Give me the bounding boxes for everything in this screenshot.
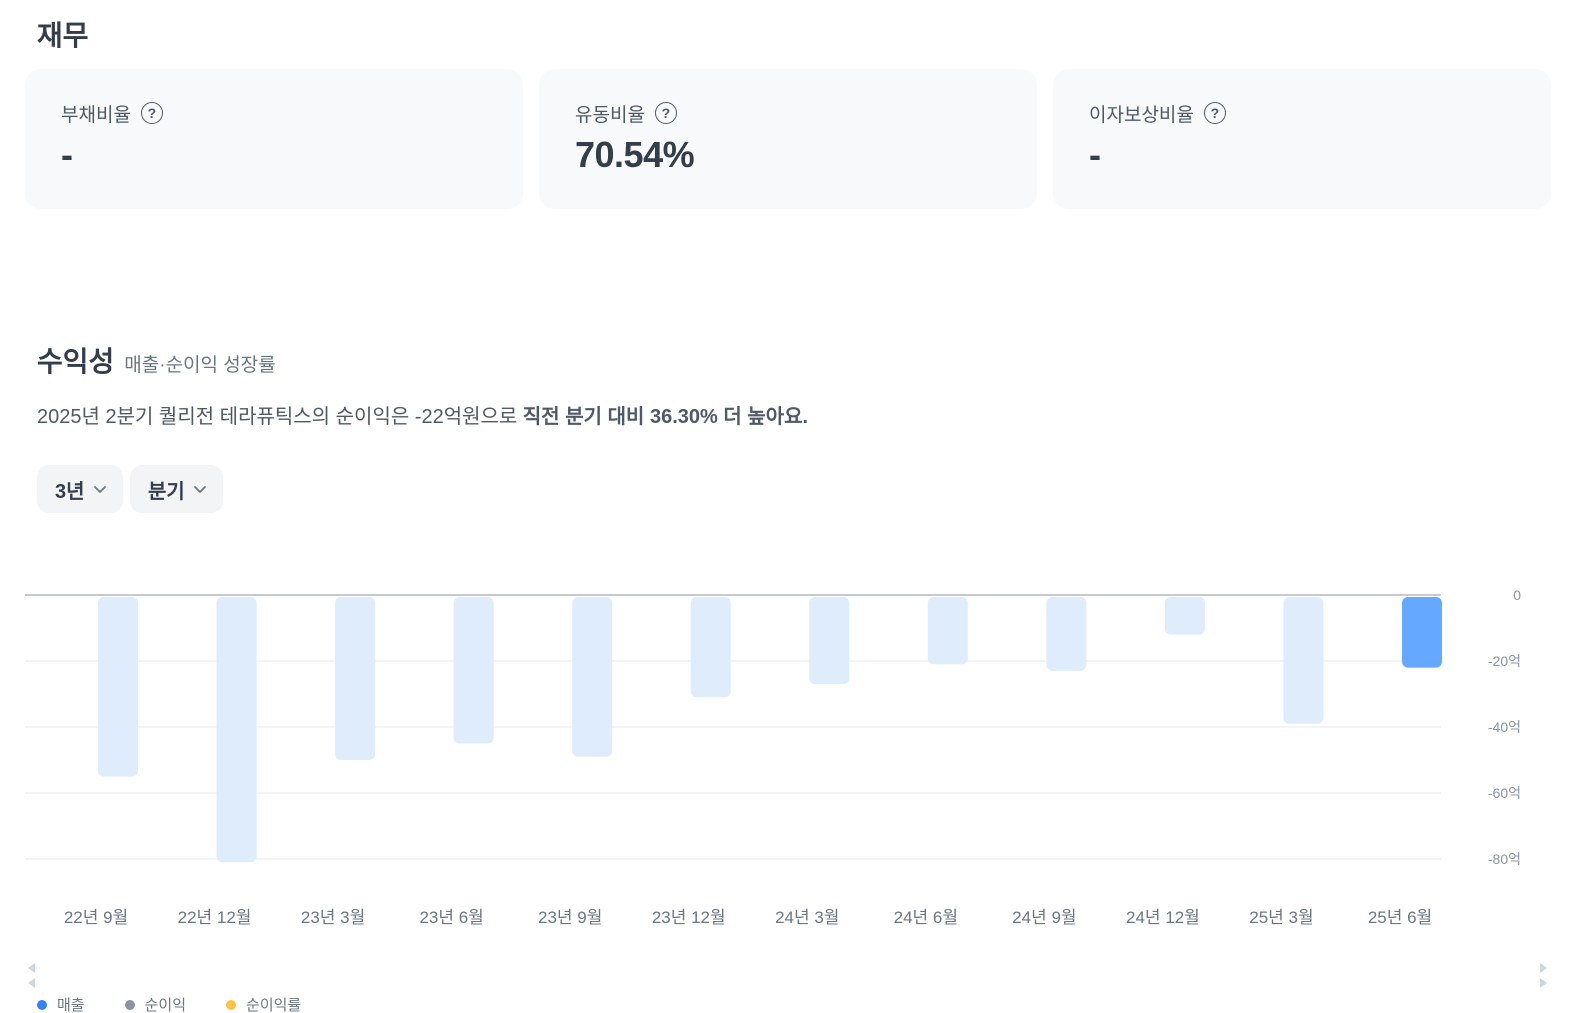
legend-item[interactable]: 순이익 [124,994,187,1013]
interest-coverage-card: 이자보상비율 ? - [1053,69,1551,209]
chevron-down-icon [193,486,206,493]
bar-net-income[interactable] [1283,597,1324,724]
chevron-down-icon [93,486,106,493]
legend-label: 매출 [57,997,85,1013]
bar-net-income[interactable] [809,597,850,685]
help-icon[interactable]: ? [654,102,677,124]
chart-legend: 매출 순이익 순이익률 [37,994,301,1013]
scroll-right-icon[interactable] [1540,978,1547,988]
scroll-left-icon[interactable] [28,978,35,988]
bar-net-income[interactable] [98,597,138,777]
x-tick-label: 23년 12월 [652,908,726,927]
interest-coverage-value: - [1089,134,1101,175]
x-tick-label: 24년 12월 [1126,908,1200,927]
y-tick-label: -20억 [1488,653,1521,669]
bar-net-income[interactable] [927,597,968,665]
finance-section-title: 재무 [37,20,89,51]
profit-bar-chart: 0 -20억 -40억 -60억 -80억 22년 9월 22년 12월 23년 3월 23년 … [25,587,1521,927]
bar-net-income[interactable] [1164,597,1205,635]
legend-dot [124,999,135,1010]
bar-net-income[interactable] [216,597,257,863]
x-tick-label: 23년 3월 [301,908,365,927]
y-tick-label: -40억 [1488,719,1521,735]
y-tick-label: -80억 [1488,851,1521,867]
help-icon[interactable]: ? [140,102,163,124]
scroll-left-icon[interactable] [28,963,35,973]
legend-label: 순이익 [144,997,187,1013]
x-tick-label: 23년 6월 [419,908,483,927]
legend-item[interactable]: 매출 [37,994,85,1013]
profit-summary: 2025년 2분기 퀄리전 테라퓨틱스의 순이익은 -22억원으로 직전 분기 … [37,400,808,429]
bar-net-income[interactable] [1402,597,1442,668]
y-tick-label: -60억 [1488,785,1521,801]
x-tick-label: 25년 6월 [1368,908,1432,927]
legend-label: 순이익률 [246,997,302,1013]
interval-dropdown-label: 분기 [148,480,185,503]
x-tick-label: 24년 3월 [775,908,839,927]
bar-net-income[interactable] [335,597,376,760]
current-ratio-label: 유동비율 [575,104,645,126]
x-tick-label: 22년 12월 [178,908,252,927]
profitability-subtitle: 매출·순이익 성장률 [124,355,276,376]
bar-net-income[interactable] [1046,597,1087,671]
debt-ratio-value: - [61,134,73,175]
debt-ratio-label: 부채비율 [61,104,131,126]
legend-dot [226,999,237,1010]
legend-dot [37,999,47,1010]
x-tick-label: 23년 9월 [538,908,602,927]
interest-coverage-label: 이자보상비율 [1089,104,1194,126]
x-tick-label: 24년 9월 [1012,908,1076,927]
current-ratio-value: 70.54% [575,134,695,175]
help-icon[interactable]: ? [1203,102,1226,124]
x-tick-label: 24년 6월 [894,908,958,927]
legend-item[interactable]: 순이익률 [226,994,301,1013]
y-tick-label: 0 [1513,587,1521,603]
bar-net-income[interactable] [572,597,613,757]
profitability-title: 수익성 [37,346,115,377]
summary-text: 2025년 2분기 퀄리전 테라퓨틱스의 순이익은 -22억원으로 [37,406,523,428]
x-tick-label: 22년 9월 [64,908,128,927]
interval-dropdown[interactable]: 분기 [130,465,223,513]
debt-ratio-card: 부채비율 ? - [25,69,523,209]
bar-net-income[interactable] [453,597,494,744]
x-tick-label: 25년 3월 [1249,908,1313,927]
period-dropdown[interactable]: 3년 [37,465,123,513]
period-dropdown-label: 3년 [55,480,85,503]
bar-net-income[interactable] [690,597,731,698]
current-ratio-card: 유동비율 ? 70.54% [539,69,1037,209]
scroll-right-icon[interactable] [1540,963,1547,973]
summary-highlight: 직전 분기 대비 36.30% 더 높아요. [522,406,809,428]
profitability-header: 수익성 매출·순이익 성장률 [37,340,276,380]
